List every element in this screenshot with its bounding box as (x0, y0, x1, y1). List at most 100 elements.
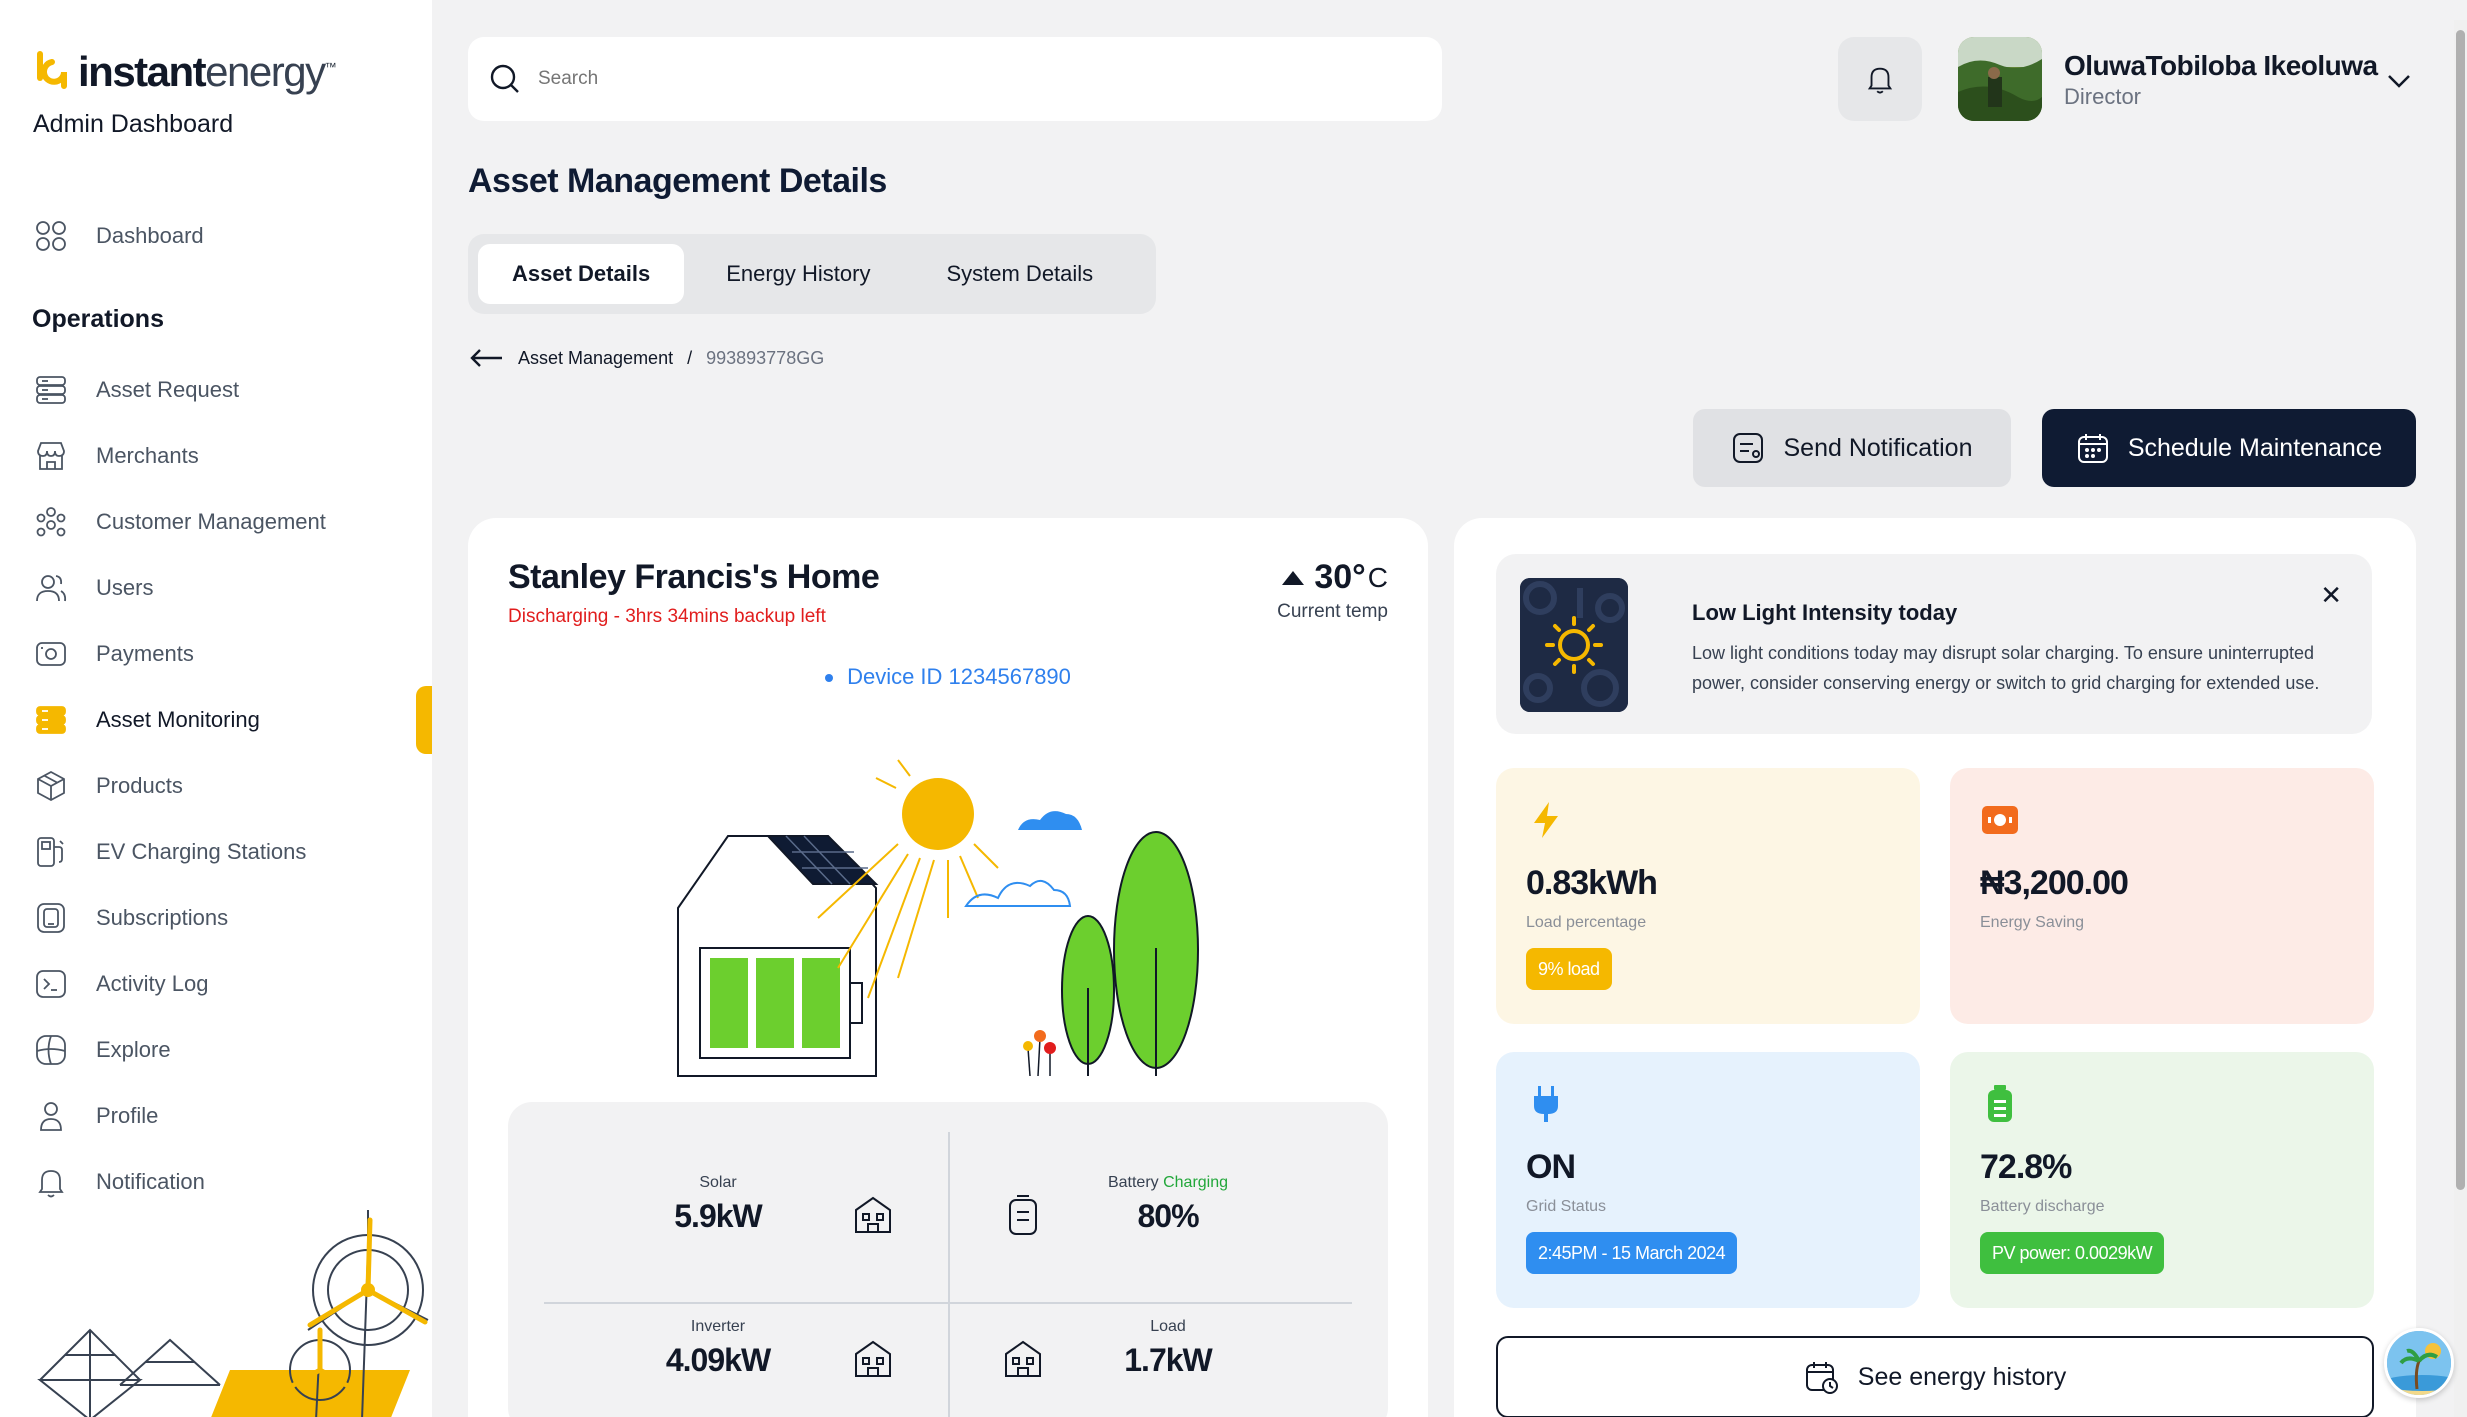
house-icon (850, 1192, 896, 1238)
server-icon (32, 371, 70, 409)
people-group-icon (32, 503, 70, 541)
alert-title: Low Light Intensity today (1692, 600, 1958, 625)
sidebar-item-users[interactable]: Users (32, 566, 153, 610)
page-title: Asset Management Details (468, 162, 887, 200)
sidebar-item-products[interactable]: Products (32, 764, 183, 808)
house-icon (1000, 1336, 1046, 1382)
tab-bar: Asset Details Energy History System Deta… (468, 234, 1156, 314)
load-stat: Load 1.7kW (1088, 1318, 1248, 1379)
sidebar-item-label: Payments (96, 641, 194, 666)
sidebar-item-dashboard[interactable]: Dashboard (32, 214, 204, 258)
sidebar-item-notification[interactable]: Notification (32, 1160, 205, 1204)
bell-icon (1867, 67, 1893, 94)
sidebar-item-label: Products (96, 773, 183, 798)
sidebar-item-label: Users (96, 575, 154, 600)
sidebar-item-label: Dashboard (96, 223, 204, 248)
device-id: Device ID 1234567890 (468, 664, 1428, 690)
compass-icon (32, 1031, 70, 1069)
assistant-avatar-button[interactable] (2384, 1328, 2454, 1398)
user-name: OluwaTobiloba Ikeoluwa (2064, 50, 2378, 81)
breadcrumb: Asset Management / 993893778GG (468, 346, 824, 370)
load-value: 1.7kW (1124, 1342, 1212, 1378)
notification-bell-button[interactable] (1838, 37, 1922, 121)
users-icon (32, 569, 70, 607)
alert-text: Low light conditions today may disrupt s… (1692, 643, 2320, 693)
load-tile: 0.83kWh Load percentage 9% load (1496, 768, 1920, 1024)
battery-discharge-tile: 72.8% Battery discharge PV power: 0.0029… (1950, 1052, 2374, 1308)
discharge-status: Discharging - 3hrs 34mins backup left (508, 606, 826, 627)
sidebar-item-label: Activity Log (96, 971, 209, 996)
sidebar-item-merchants[interactable]: Merchants (32, 434, 199, 478)
inverter-value: 4.09kW (665, 1342, 771, 1378)
wind-turbine-illustration (37, 1210, 429, 1417)
temp-label: Current temp (1277, 601, 1388, 622)
money-icon (1982, 806, 2018, 834)
sidebar-item-label: Asset Request (96, 377, 240, 402)
server-icon (32, 701, 70, 739)
sidebar-item-ev-charging-stations[interactable]: EV Charging Stations (32, 830, 306, 874)
sidebar-item-explore[interactable]: Explore (32, 1028, 171, 1072)
search-bar[interactable] (468, 37, 1442, 121)
send-notification-label: Send Notification (1783, 433, 1973, 462)
send-notification-button[interactable]: Send Notification (1693, 409, 2011, 487)
grid-status-value: ON (1526, 1148, 1576, 1186)
battery-discharge-value: 72.8% (1980, 1148, 2072, 1186)
breadcrumb-parent[interactable]: Asset Management (518, 348, 673, 369)
breadcrumb-separator: / (687, 347, 693, 368)
load-badge: 9% load (1526, 948, 1612, 990)
tablet-icon (32, 899, 70, 937)
active-indicator (416, 686, 432, 754)
sidebar-item-customer-management[interactable]: Customer Management (32, 500, 326, 544)
box-icon (32, 767, 70, 805)
battery-discharge-label: Battery discharge (1980, 1198, 2105, 1215)
close-icon[interactable]: ✕ (2320, 580, 2342, 611)
sidebar-item-asset-monitoring[interactable]: Asset Monitoring (32, 698, 260, 742)
scrollbar-thumb[interactable] (2456, 30, 2465, 1190)
solar-label: Solar (699, 1174, 737, 1191)
battery-label: Battery Charging (1068, 1174, 1268, 1192)
load-value: 0.83kWh (1526, 864, 1658, 902)
house-icon (850, 1336, 896, 1382)
avatar[interactable] (1958, 37, 2042, 121)
energy-stats-panel: Solar 5.9kW Battery Charging 80% Inverte… (508, 1102, 1388, 1417)
insights-card: Low Light Intensity today Low light cond… (1454, 518, 2416, 1417)
admin-dashboard-label: Admin Dashboard (33, 110, 234, 138)
device-id-label: Device ID 1234567890 (847, 664, 1071, 689)
inverter-label: Inverter (690, 1318, 746, 1335)
energy-saving-label: Energy Saving (1980, 914, 2085, 931)
plug-icon (1534, 1086, 1558, 1122)
beach-icon (2387, 1331, 2451, 1395)
schedule-maintenance-label: Schedule Maintenance (2127, 433, 2383, 462)
sidebar-item-asset-request[interactable]: Asset Request (32, 368, 239, 412)
see-energy-history-button[interactable]: See energy history (1496, 1336, 2374, 1417)
search-input[interactable] (538, 68, 1338, 90)
lightning-icon (1534, 802, 1558, 838)
sidebar-item-activity-log[interactable]: Activity Log (32, 962, 209, 1006)
sidebar-item-subscriptions[interactable]: Subscriptions (32, 896, 228, 940)
sun-alert-icon (1520, 578, 1628, 712)
sidebar-item-payments[interactable]: Payments (32, 632, 194, 676)
temperature-readout: 30° C Current temp (1277, 558, 1388, 623)
avatar-image (1958, 37, 2042, 121)
grid-status-label: Grid Status (1526, 1198, 1607, 1215)
brand-logo[interactable]: instantenergy™ (32, 48, 337, 96)
logo-mark-icon (37, 51, 67, 89)
grid-timestamp-badge: 2:45PM - 15 March 2024 (1526, 1232, 1738, 1274)
inverter-stat: Inverter 4.09kW (638, 1318, 798, 1379)
chevron-down-icon[interactable] (2382, 64, 2416, 98)
status-dot (825, 674, 834, 683)
brand-name: instantenergy™ (78, 48, 337, 95)
tab-asset-details[interactable]: Asset Details (478, 244, 685, 304)
tab-energy-history[interactable]: Energy History (692, 244, 904, 304)
back-arrow-icon[interactable] (468, 346, 504, 370)
schedule-maintenance-button[interactable]: Schedule Maintenance (2042, 409, 2416, 487)
battery-label-text: Battery (1107, 1174, 1159, 1191)
battery-stat: Battery Charging 80% (1068, 1174, 1268, 1235)
sidebar-item-label: Merchants (96, 443, 199, 468)
sidebar-item-profile[interactable]: Profile (32, 1094, 158, 1138)
tab-system-details[interactable]: System Details (912, 244, 1127, 304)
energy-saving-tile: ₦3,200.00 Energy Saving (1950, 768, 2374, 1024)
sidebar-item-label: Profile (96, 1103, 159, 1128)
sidebar-item-label: Explore (96, 1037, 171, 1062)
see-energy-history-label: See energy history (1857, 1362, 2067, 1391)
